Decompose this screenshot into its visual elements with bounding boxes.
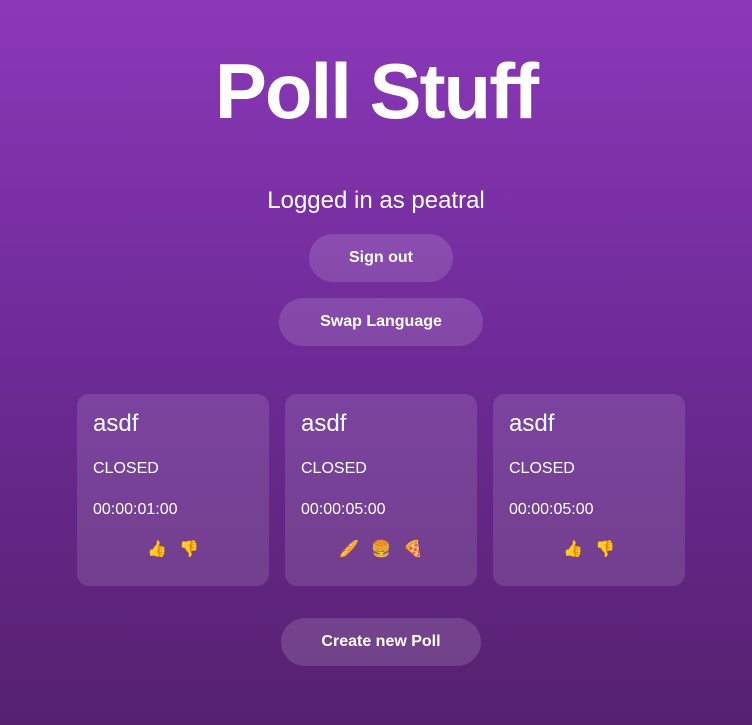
poll-duration: 00:00:01:00 xyxy=(93,501,178,518)
burger-icon: 🍔 xyxy=(371,541,391,558)
poll-duration: 00:00:05:00 xyxy=(509,501,594,518)
login-status-text: Logged in as peatral xyxy=(267,187,485,214)
pizza-icon: 🍕 xyxy=(403,541,423,558)
poll-status: CLOSED xyxy=(301,460,367,477)
sign-out-button[interactable]: Sign out xyxy=(309,234,453,282)
poll-card[interactable]: asdf CLOSED 00:00:05:00 👍 👎 xyxy=(493,394,685,586)
thumbs-up-icon: 👍 xyxy=(563,541,583,558)
thumbs-up-icon: 👍 xyxy=(147,541,167,558)
baguette-icon: 🥖 xyxy=(339,541,359,558)
poll-options: 👍 👎 xyxy=(509,539,669,559)
poll-status: CLOSED xyxy=(509,460,575,477)
poll-title: asdf xyxy=(301,410,347,437)
thumbs-down-icon: 👎 xyxy=(595,541,615,558)
thumbs-down-icon: 👎 xyxy=(179,541,199,558)
poll-title: asdf xyxy=(93,410,139,437)
swap-language-button[interactable]: Swap Language xyxy=(279,298,483,346)
poll-options: 👍 👎 xyxy=(93,539,253,559)
create-poll-button[interactable]: Create new Poll xyxy=(281,618,481,666)
page-title: Poll Stuff xyxy=(214,47,539,135)
poll-title: asdf xyxy=(509,410,555,437)
poll-status: CLOSED xyxy=(93,460,159,477)
poll-card[interactable]: asdf CLOSED 00:00:05:00 🥖 🍔 🍕 xyxy=(285,394,477,586)
poll-card[interactable]: asdf CLOSED 00:00:01:00 👍 👎 xyxy=(77,394,269,586)
poll-duration: 00:00:05:00 xyxy=(301,501,386,518)
poll-options: 🥖 🍔 🍕 xyxy=(301,539,461,559)
